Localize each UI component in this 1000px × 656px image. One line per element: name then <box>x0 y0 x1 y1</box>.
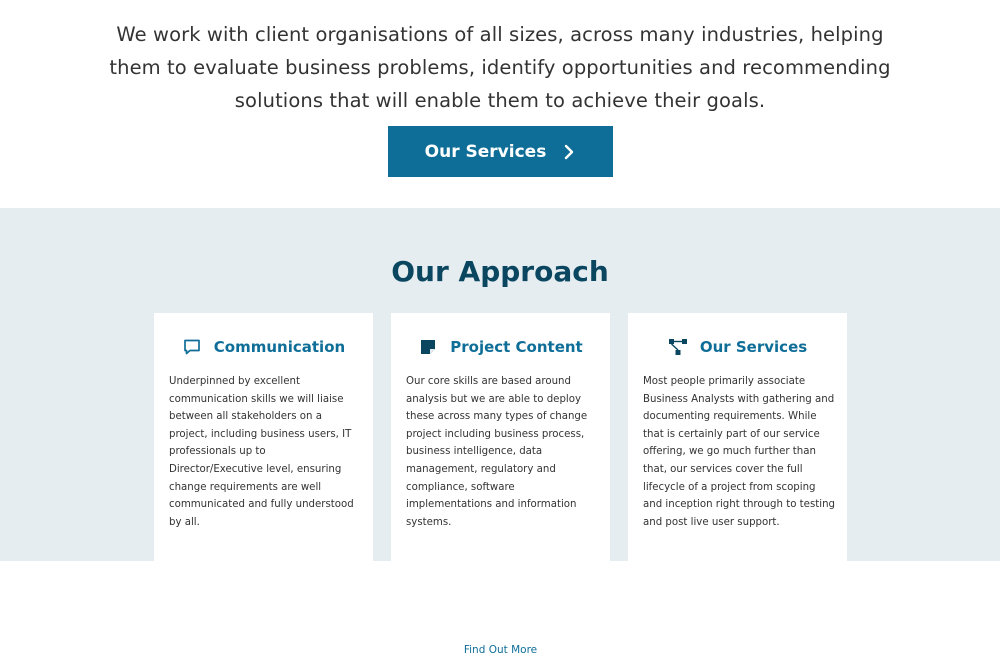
our-services-button-label: Our Services <box>424 141 547 162</box>
card-header: Our Services <box>628 337 847 357</box>
sitemap-icon <box>668 339 687 355</box>
intro-section: We work with client organisations of all… <box>0 0 1000 208</box>
card-body: Our core skills are based around analysi… <box>406 376 588 528</box>
our-services-button[interactable]: Our Services <box>388 126 613 177</box>
find-out-more-link[interactable]: Find Out More <box>391 644 610 656</box>
card-header: Project Content <box>391 337 610 357</box>
card-our-services: Our Services Most people primarily assoc… <box>628 313 847 573</box>
card-project-content: Project Content Our core skills are base… <box>391 313 610 656</box>
section-title: Our Approach <box>391 255 609 288</box>
card-title: Our Services <box>699 338 808 356</box>
intro-text: We work with client organisations of all… <box>109 23 891 112</box>
note-icon <box>421 340 436 354</box>
speech-bubble-icon <box>183 339 200 355</box>
chevron-right-icon <box>565 144 574 159</box>
card-title: Project Content <box>450 338 583 356</box>
card-header: Communication <box>154 337 373 357</box>
card-body: Most people primarily associate Business… <box>643 376 836 528</box>
card-title: Communication <box>213 338 346 356</box>
card-body: Underpinned by excellent communication s… <box>169 376 354 528</box>
card-communication: Communication Underpinned by excellent c… <box>154 313 373 573</box>
approach-section: Our Approach Communication Underpinned b… <box>0 208 1000 656</box>
